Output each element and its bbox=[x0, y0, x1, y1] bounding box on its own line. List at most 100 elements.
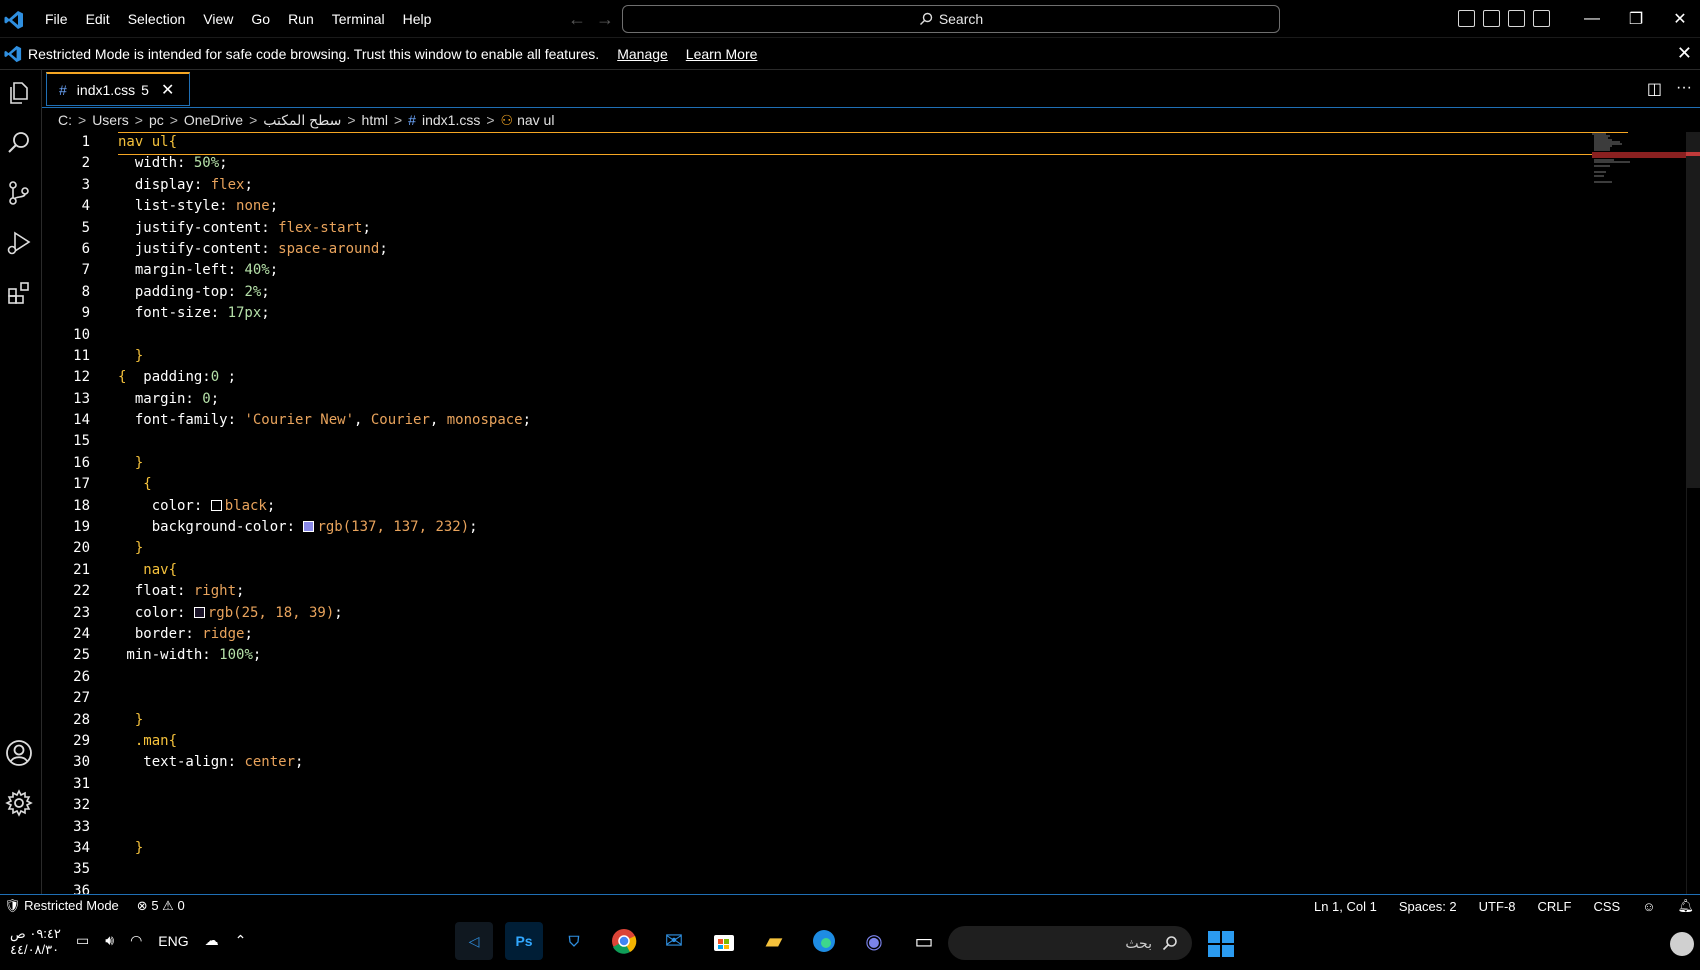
menu-view[interactable]: View bbox=[194, 0, 242, 38]
warning-icon: ⚠ bbox=[162, 897, 174, 913]
source-control-icon[interactable] bbox=[2, 176, 36, 210]
tab-indx1-css[interactable]: # indx1.css 5 ✕ bbox=[46, 72, 190, 106]
line-number: 34 bbox=[73, 839, 90, 856]
color-swatch[interactable] bbox=[193, 606, 205, 618]
breadcrumb-pc[interactable]: pc bbox=[149, 112, 164, 128]
close-banner-icon[interactable]: ✕ bbox=[1677, 43, 1692, 64]
code-editor[interactable]: 1 2 3 4 5 6 7 8 9 10 11 12 13 14 15 16 17 18 19 20 21 22 23 24 2… bbox=[42, 132, 1700, 894]
menu-edit[interactable]: Edit bbox=[77, 0, 119, 38]
line-number: 12 bbox=[73, 369, 90, 386]
menu-file[interactable]: File bbox=[36, 0, 77, 38]
manage-link[interactable]: Manage bbox=[617, 46, 668, 62]
system-clock[interactable]: ٠٩:٤٢ ص ٤٤/٠٨/٣٠ bbox=[10, 926, 61, 958]
line-number: 8 bbox=[81, 283, 90, 300]
explorer-icon[interactable] bbox=[2, 76, 36, 110]
mail-taskbar-icon[interactable]: ✉ bbox=[655, 922, 693, 960]
onedrive-cloud-icon[interactable]: ☁ bbox=[205, 932, 219, 949]
restricted-mode-status[interactable]: 🛡︎ Restricted Mode bbox=[4, 898, 119, 914]
defender-shield-taskbar-icon[interactable]: ⛉ bbox=[555, 922, 593, 960]
battery-icon[interactable]: ▭ bbox=[76, 932, 89, 949]
volume-icon[interactable]: 🔊︎ bbox=[105, 932, 114, 949]
close-tab-icon[interactable]: ✕ bbox=[161, 80, 174, 100]
clock-time: ٠٩:٤٢ ص bbox=[10, 926, 61, 941]
toggle-primary-sidebar-icon[interactable] bbox=[1458, 10, 1475, 27]
line-number: 17 bbox=[73, 476, 90, 493]
line-number: 16 bbox=[73, 454, 90, 471]
breadcrumb-users[interactable]: Users bbox=[92, 112, 129, 128]
system-tray: ▭ 🔊︎ ◠ ENG ☁ ⌃ bbox=[76, 932, 246, 949]
back-arrow-icon[interactable]: ← bbox=[568, 9, 586, 30]
search-icon[interactable] bbox=[2, 126, 36, 160]
forward-arrow-icon[interactable]: → bbox=[596, 9, 614, 30]
chrome-taskbar-icon[interactable] bbox=[605, 922, 643, 960]
windows-taskbar: ٠٩:٤٢ ص ٤٤/٠٨/٣٠ ▭ 🔊︎ ◠ ENG ☁ ⌃ ◁ Ps ⛉ ✉… bbox=[0, 916, 1700, 970]
restore-icon[interactable]: ❐ bbox=[1614, 0, 1658, 38]
scrollbar-error-marker bbox=[1686, 152, 1700, 156]
breadcrumb-desktop[interactable]: سطح المكتب bbox=[263, 112, 341, 129]
input-language[interactable]: ENG bbox=[158, 933, 188, 949]
toggle-secondary-sidebar-icon[interactable] bbox=[1508, 10, 1525, 27]
more-actions-icon[interactable]: ··· bbox=[1676, 79, 1692, 99]
menu-bar: File Edit Selection View Go Run Terminal… bbox=[36, 0, 440, 38]
notification-center-icon[interactable] bbox=[1670, 932, 1694, 956]
extensions-icon[interactable] bbox=[2, 276, 36, 310]
run-debug-icon[interactable] bbox=[2, 226, 36, 260]
menu-run[interactable]: Run bbox=[279, 0, 323, 38]
breadcrumb-symbol[interactable]: nav ul bbox=[517, 112, 554, 128]
breadcrumb-drive[interactable]: C: bbox=[58, 112, 72, 128]
code-line: } bbox=[118, 711, 144, 728]
indentation[interactable]: Spaces: 2 bbox=[1399, 899, 1457, 914]
menu-go[interactable]: Go bbox=[242, 0, 279, 38]
notifications-bell-icon[interactable]: 🔔︎ bbox=[1677, 898, 1694, 914]
code-line: { padding:0 ; bbox=[118, 369, 237, 386]
minimize-icon[interactable]: — bbox=[1570, 0, 1614, 38]
navigation-arrows: ← → bbox=[568, 9, 614, 30]
notepad-taskbar-icon[interactable]: ▭ bbox=[905, 922, 943, 960]
learn-more-link[interactable]: Learn More bbox=[686, 46, 758, 62]
banner-message: Restricted Mode is intended for safe cod… bbox=[28, 45, 600, 62]
scrollbar-thumb[interactable] bbox=[1686, 132, 1700, 488]
file-explorer-taskbar-icon[interactable]: ▰ bbox=[755, 922, 793, 960]
end-of-line[interactable]: CRLF bbox=[1538, 899, 1572, 914]
cursor-position[interactable]: Ln 1, Col 1 bbox=[1314, 899, 1377, 914]
minimap[interactable] bbox=[1590, 132, 1700, 192]
store-taskbar-icon[interactable] bbox=[705, 922, 743, 960]
edge-taskbar-icon[interactable] bbox=[805, 922, 843, 960]
close-window-icon[interactable]: ✕ bbox=[1658, 0, 1700, 38]
breadcrumb-onedrive[interactable]: OneDrive bbox=[184, 112, 243, 128]
wifi-icon[interactable]: ◠ bbox=[130, 932, 142, 949]
settings-gear-icon[interactable] bbox=[2, 786, 36, 820]
breadcrumb-file[interactable]: indx1.css bbox=[422, 112, 480, 128]
customize-layout-icon[interactable] bbox=[1533, 10, 1550, 27]
encoding[interactable]: UTF-8 bbox=[1479, 899, 1516, 914]
language-mode[interactable]: CSS bbox=[1593, 899, 1620, 914]
split-editor-icon[interactable]: ◫ bbox=[1647, 79, 1662, 99]
command-center-search[interactable]: Search bbox=[622, 5, 1280, 33]
problems-status[interactable]: ⊗ 5 ⚠ 0 bbox=[137, 898, 185, 914]
feedback-icon[interactable]: ☺ bbox=[1642, 899, 1655, 914]
photoshop-taskbar-icon[interactable]: Ps bbox=[505, 922, 543, 960]
code-line: } bbox=[118, 839, 144, 856]
menu-selection[interactable]: Selection bbox=[119, 0, 195, 38]
color-swatch[interactable] bbox=[303, 521, 315, 533]
line-number: 32 bbox=[73, 797, 90, 814]
line-number: 36 bbox=[73, 882, 90, 894]
restricted-mode-banner: Restricted Mode is intended for safe cod… bbox=[0, 38, 1700, 70]
line-number: 31 bbox=[73, 775, 90, 792]
menu-terminal[interactable]: Terminal bbox=[323, 0, 394, 38]
toggle-panel-icon[interactable] bbox=[1483, 10, 1500, 27]
windows-start-icon[interactable] bbox=[1208, 931, 1234, 957]
breadcrumb-html[interactable]: html bbox=[362, 112, 388, 128]
vertical-scrollbar[interactable] bbox=[1686, 132, 1700, 894]
vscode-taskbar-icon[interactable]: ◁ bbox=[455, 922, 493, 960]
account-icon[interactable] bbox=[2, 736, 36, 770]
show-hidden-icons-chevron-icon[interactable]: ⌃ bbox=[235, 932, 247, 949]
taskbar-search[interactable]: بحث bbox=[948, 926, 1192, 960]
menu-help[interactable]: Help bbox=[394, 0, 441, 38]
color-swatch[interactable] bbox=[210, 499, 222, 511]
line-number: 23 bbox=[73, 604, 90, 621]
line-number: 3 bbox=[81, 176, 90, 193]
teams-taskbar-icon[interactable]: ◉ bbox=[855, 922, 893, 960]
